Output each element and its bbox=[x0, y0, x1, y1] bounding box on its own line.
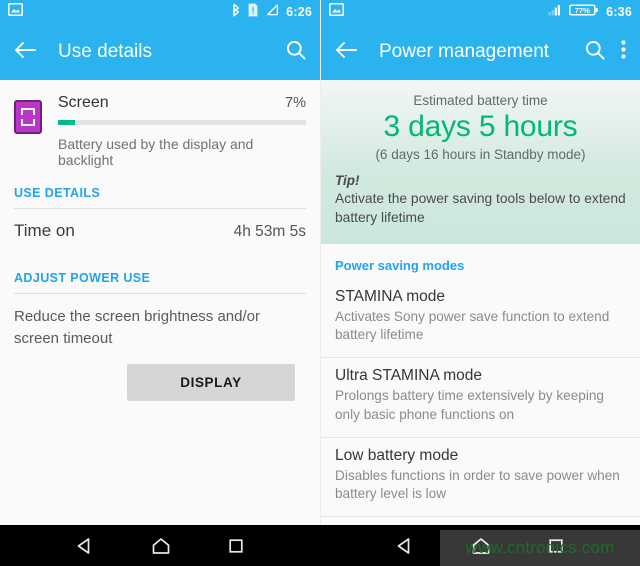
estimate-standby: (6 days 16 hours in Standby mode) bbox=[375, 147, 586, 162]
right-nav-buttons bbox=[320, 525, 640, 566]
mode-title: Low battery mode bbox=[335, 446, 459, 464]
display-button[interactable]: DISPLAY bbox=[127, 363, 295, 401]
mode-stamina[interactable]: STAMINA mode Activates Sony power save f… bbox=[321, 279, 640, 359]
tip-heading: Tip! bbox=[335, 173, 360, 188]
signal-triangle-icon bbox=[265, 3, 279, 21]
tip-text: Activate the power saving tools below to… bbox=[335, 191, 626, 226]
estimated-battery-card: Estimated battery time 3 days 5 hours (6… bbox=[321, 80, 640, 244]
time-on-row: Time on 4h 53m 5s bbox=[0, 209, 320, 253]
use-details-section-label: USE DETAILS bbox=[14, 186, 101, 200]
image-icon bbox=[329, 3, 344, 21]
screen-usage-percent: 7% bbox=[285, 95, 306, 111]
back-arrow-icon[interactable] bbox=[335, 41, 357, 64]
mode-description: Activates Sony power save function to ex… bbox=[335, 308, 610, 343]
adjust-power-use-section-label: ADJUST POWER USE bbox=[14, 271, 151, 285]
recents-nav-icon[interactable] bbox=[548, 538, 564, 554]
battery-icon: 77% bbox=[569, 3, 599, 22]
right-content: Estimated battery time 3 days 5 hours (6… bbox=[321, 80, 640, 525]
screen-usage-item[interactable]: Screen 7% Battery used by the display an… bbox=[0, 80, 320, 168]
screen-fullscreen-icon bbox=[14, 100, 42, 134]
back-nav-icon[interactable] bbox=[396, 537, 414, 555]
screen-usage-body: Screen 7% Battery used by the display an… bbox=[58, 94, 306, 168]
left-app-bar: Use details bbox=[0, 24, 320, 80]
bluetooth-icon bbox=[231, 3, 241, 22]
home-nav-icon[interactable] bbox=[471, 537, 491, 555]
left-clock: 6:26 bbox=[286, 5, 312, 19]
mode-description: Prolongs battery time extensively by kee… bbox=[335, 388, 604, 422]
mode-title: STAMINA mode bbox=[335, 287, 445, 305]
right-phone-panel: 77% 6:36 Power management Estimated batt… bbox=[320, 0, 640, 525]
page-title: Use details bbox=[58, 41, 152, 62]
more-vert-icon[interactable] bbox=[621, 40, 626, 64]
screen-usage-progress-fill bbox=[58, 120, 76, 125]
time-on-value: 4h 53m 5s bbox=[233, 223, 306, 240]
mode-description: Disables functions in order to save powe… bbox=[335, 467, 620, 502]
left-status-bar: 6:26 bbox=[0, 0, 320, 24]
right-status-bar-notification-icons bbox=[329, 3, 344, 21]
back-nav-icon[interactable] bbox=[76, 537, 94, 555]
back-arrow-icon[interactable] bbox=[14, 41, 36, 64]
time-on-label: Time on bbox=[14, 221, 75, 240]
home-nav-icon[interactable] bbox=[151, 537, 171, 555]
left-phone-panel: 6:26 Use details Screen 7% Battery used … bbox=[0, 0, 320, 525]
right-clock: 6:36 bbox=[606, 5, 632, 19]
screen-usage-head: Screen 7% bbox=[58, 94, 306, 112]
search-icon[interactable] bbox=[585, 40, 605, 65]
status-bar-notification-icons bbox=[8, 3, 23, 21]
svg-text:77%: 77% bbox=[575, 5, 590, 14]
display-button-wrap: DISPLAY bbox=[0, 350, 320, 401]
system-navigation-bar: www.cntronics.com bbox=[0, 525, 640, 566]
advice-text: Reduce the screen brightness and/or scre… bbox=[14, 308, 260, 347]
screen-usage-name: Screen bbox=[58, 94, 109, 111]
search-icon[interactable] bbox=[286, 40, 306, 65]
recents-nav-icon[interactable] bbox=[228, 538, 244, 554]
screen-usage-progress-bar bbox=[58, 120, 306, 125]
mode-queue-background-data[interactable]: Queue background data bbox=[321, 517, 640, 525]
sim-card-alert-icon bbox=[248, 3, 258, 22]
image-icon bbox=[8, 3, 23, 21]
screen-usage-description: Battery used by the display and backligh… bbox=[58, 136, 254, 168]
estimate-label: Estimated battery time bbox=[413, 93, 548, 108]
left-content: Screen 7% Battery used by the display an… bbox=[0, 80, 320, 525]
right-status-bar-system-icons: 77% 6:36 bbox=[548, 3, 632, 22]
power-saving-modes-label: Power saving modes bbox=[335, 257, 465, 273]
signal-bars-icon bbox=[548, 3, 562, 21]
mode-ultra-stamina[interactable]: Ultra STAMINA mode Prolongs battery time… bbox=[321, 358, 640, 438]
left-nav-buttons bbox=[0, 525, 320, 566]
right-app-bar: Power management bbox=[321, 24, 640, 80]
mode-low-battery[interactable]: Low battery mode Disables functions in o… bbox=[321, 438, 640, 518]
right-status-bar: 77% 6:36 bbox=[321, 0, 640, 24]
page-title: Power management bbox=[379, 41, 550, 62]
estimate-value: 3 days 5 hours bbox=[383, 110, 578, 143]
phone-screenshot-pair: 6:26 Use details Screen 7% Battery used … bbox=[0, 0, 640, 566]
mode-title: Ultra STAMINA mode bbox=[335, 367, 483, 385]
left-status-bar-system-icons: 6:26 bbox=[231, 3, 312, 22]
